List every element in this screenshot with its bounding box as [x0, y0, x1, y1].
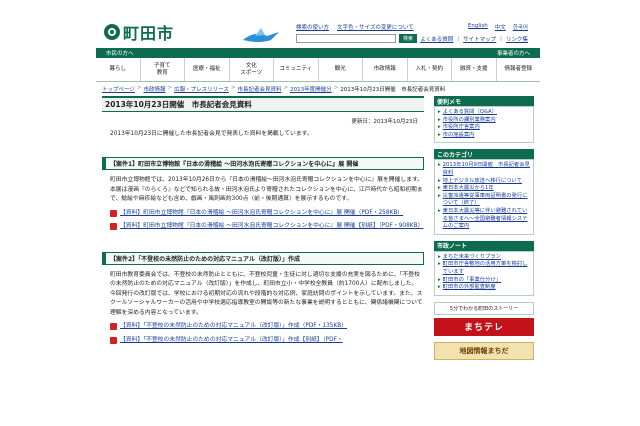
category-item[interactable]: ▸ 2013年10月9日開催 市長記者会見資料: [438, 162, 531, 177]
nav-bidding[interactable]: 入札・契約: [408, 58, 452, 81]
note-item[interactable]: ▸ 町田市の外部監査制度: [438, 284, 531, 292]
category-list: ▸ 2013年10月9日開催 市長記者会見資料 ▸ 地上デジタル放送へ移行について …: [434, 159, 534, 235]
language-korean[interactable]: 한국어: [513, 23, 528, 31]
section-heading: 【案件2】「不登校の未然防止のための対応マニュアル（改訂版）」作成: [102, 251, 424, 265]
breadcrumb-item[interactable]: トップページ: [102, 85, 135, 93]
header: 町田市 検索の使い方 文字色・サイズの変更について 検索 English 中文 …: [96, 0, 540, 58]
pdf-icon: [110, 223, 117, 230]
nav-registration[interactable]: 情報者登録: [497, 58, 541, 81]
breadcrumb-current: 2013年10月23日開催 市長記者会見資料: [340, 87, 446, 93]
main-content: 2013年10月23日開催 市長記者会見資料 更新日：2013年10月23日 2…: [102, 96, 424, 345]
pdf-icon: [110, 323, 117, 330]
pdf-link-label[interactable]: 【資料】「不登校の未然防止のための対応マニュアル（改訂版）」作成（PDF・135…: [120, 322, 347, 332]
arrow-icon: ▸: [438, 185, 441, 192]
text-size-color-link[interactable]: 文字色・サイズの変更について: [337, 23, 414, 31]
pdf-link-label[interactable]: 【資料】町田市立博物館『日本の滑稽絵 ～田河水泡氏寄贈コレクションを中心に』展 …: [120, 222, 423, 232]
note-list: ▸ まちだ未来づくりプラン ▸ 町田市庁舎敷地の活用方策を検討しています ▸ 町田市の…: [434, 250, 534, 296]
category-item[interactable]: ▸ 東日本大震災から1年: [438, 185, 531, 193]
arrow-icon: ▸: [438, 276, 441, 283]
faq-link[interactable]: よくある質問: [420, 35, 453, 43]
section-paragraph: 本展は漫画『のらくろ』などで知られる故・田河水泡氏より寄贈されたコレクションを中…: [110, 186, 423, 203]
memo-title: 便利メモ: [434, 96, 534, 106]
breadcrumb-item[interactable]: 2013年度開催分: [290, 85, 332, 93]
note-title: 市政ノート: [434, 240, 534, 251]
memo-item[interactable]: ▸ よくある質問（Q&A）: [438, 109, 531, 117]
note-item[interactable]: ▸ 町田市の「事業仕分け」: [438, 277, 531, 285]
memo-item[interactable]: ▸ 市役所庁舎案内: [438, 124, 531, 132]
arrow-icon: ▸: [438, 162, 441, 169]
nav-city-info[interactable]: 市政情報: [363, 58, 408, 81]
nav-community[interactable]: コミュニティ: [274, 58, 319, 81]
arrow-icon: ▸: [438, 109, 441, 115]
language-links: English 中文 한국어: [468, 23, 528, 31]
search-button[interactable]: 検索: [399, 34, 418, 43]
section-paragraph: 今回発行の改訂版では、学校における初期対応の流れや段階的な対応例、家庭訪問のポイ…: [110, 290, 423, 316]
nav-tourism[interactable]: 観光: [319, 58, 363, 81]
language-english[interactable]: English: [468, 23, 488, 31]
nav-culture-sports[interactable]: 文化 スポーツ: [230, 58, 274, 81]
intro-text: 2013年10月23日に開催した市長記者会見で発表した資料を掲載しています。: [110, 131, 313, 137]
updated-date: 更新日：2013年10月23日: [351, 119, 419, 125]
section-heading: 【案件1】町田市立博物館『日本の滑稽絵 ～田河水泡氏寄贈コレクションを中心に』展…: [102, 157, 424, 170]
page-title: 2013年10月23日開催 市長記者会見資料: [102, 96, 424, 112]
breadcrumb-item[interactable]: 広報・プレスリリース: [174, 85, 229, 93]
pdf-link-label[interactable]: 【資料】町田市立博物館『日本の滑稽絵 ～田河水泡氏寄贈コレクションを中心に』展 …: [120, 209, 403, 219]
nav-childcare-education[interactable]: 子育て 教育: [141, 58, 185, 81]
breadcrumb-item[interactable]: 市政情報: [144, 85, 166, 93]
arrow-icon: ▸: [438, 284, 441, 291]
breadcrumb-item[interactable]: 市長記者会見資料: [237, 85, 281, 93]
utility-links: 検索の使い方 文字色・サイズの変更について: [296, 23, 414, 31]
links-link[interactable]: リンク集: [506, 35, 528, 43]
language-chinese[interactable]: 中文: [495, 23, 506, 31]
machi-tele-banner[interactable]: まちテレ: [434, 317, 534, 336]
arrow-icon: ▸: [438, 131, 441, 138]
for-residents-link[interactable]: 市民の方へ: [106, 49, 134, 57]
pdf-icon: [110, 209, 117, 217]
category-title: このカテゴリ: [434, 149, 534, 160]
arrow-icon: ▸: [438, 192, 441, 199]
nav-living[interactable]: 暮らし: [96, 58, 141, 81]
global-nav: 暮らし 子育て 教育 医療・福祉 文化 スポーツ コミュニティ 観光 市政情報 …: [96, 58, 540, 82]
sitemap-link[interactable]: サイトマップ: [463, 35, 496, 43]
pdf-link[interactable]: 【資料】「不登校の未然防止のための対応マニュアル（改訂版）」作成（PDF・135…: [102, 322, 424, 332]
story-banner[interactable]: 5分でわかる町田のストーリー: [434, 301, 534, 315]
category-item[interactable]: ▸ 災害派遣等従事車両証明書の発行について（終了）: [438, 193, 531, 208]
logo-text: 町田市: [123, 24, 175, 43]
bird-illustration-icon: [243, 28, 279, 42]
nav-medical-welfare[interactable]: 医療・福祉: [185, 58, 230, 81]
pdf-icon: [110, 336, 117, 344]
pdf-link[interactable]: 【資料】「不登校の未然防止のための対応マニュアル（改訂版）」作成【別紙】（PDF…: [102, 336, 424, 346]
section-paragraph: 町田市教育委員会では、不登校の未然防止とともに、不登校児童・生徒に対し適切な支援…: [110, 271, 420, 288]
memo-item[interactable]: ▸ 市の施設案内: [438, 132, 531, 140]
audience-bar: 市民の方へ 事業者の方へ: [96, 48, 540, 58]
arrow-icon: ▸: [438, 207, 441, 214]
memo-list: ▸ よくある質問（Q&A） ▸ 市役所の課別業務案内 ▸ 市役所庁舎案内 ▸ 市の施設案…: [434, 106, 534, 144]
city-emblem-icon: [104, 24, 120, 40]
note-item[interactable]: ▸ 町田市庁舎敷地の活用方策を検討しています: [438, 261, 531, 276]
breadcrumb: トップページ > 市政情報 > 広報・プレスリリース > 市長記者会見資料 > 2013…: [102, 85, 446, 93]
header-links: よくある質問 | サイトマップ | リンク集: [420, 35, 528, 43]
arrow-icon: ▸: [438, 261, 441, 268]
site-logo[interactable]: 町田市: [104, 20, 174, 44]
category-item[interactable]: ▸ 東日本大震災等に伴い避難されている皆さまへ～全国避難者情報システムのご案内: [438, 208, 531, 231]
map-info-banner[interactable]: 地図情報まちだ: [434, 341, 534, 360]
section-paragraph: 町田市立博物館では、2013年10月26日から『日本の滑稽絵～田河水泡氏寄贈コレ…: [110, 177, 423, 183]
arrow-icon: ▸: [438, 124, 441, 131]
arrow-icon: ▸: [438, 253, 441, 260]
nav-finance-support[interactable]: 融資・支援: [452, 58, 497, 81]
sidebar: 便利メモ ▸ よくある質問（Q&A） ▸ 市役所の課別業務案内 ▸ 市役所庁舎案内 ▸…: [434, 96, 534, 360]
pdf-link[interactable]: 【資料】町田市立博物館『日本の滑稽絵 ～田河水泡氏寄贈コレクションを中心に』展 …: [102, 222, 424, 232]
search-help-link[interactable]: 検索の使い方: [296, 23, 329, 31]
pdf-link[interactable]: 【資料】町田市立博物館『日本の滑稽絵 ～田河水泡氏寄贈コレクションを中心に』展 …: [102, 209, 424, 219]
pdf-link-label[interactable]: 【資料】「不登校の未然防止のための対応マニュアル（改訂版）」作成【別紙】（PDF…: [120, 336, 343, 346]
for-businesses-link[interactable]: 事業者の方へ: [497, 49, 530, 57]
arrow-icon: ▸: [438, 116, 441, 123]
arrow-icon: ▸: [438, 177, 441, 184]
site-search: 検索: [296, 34, 418, 43]
search-input[interactable]: [296, 34, 396, 43]
page: 町田市 検索の使い方 文字色・サイズの変更について 検索 English 中文 …: [96, 0, 540, 426]
